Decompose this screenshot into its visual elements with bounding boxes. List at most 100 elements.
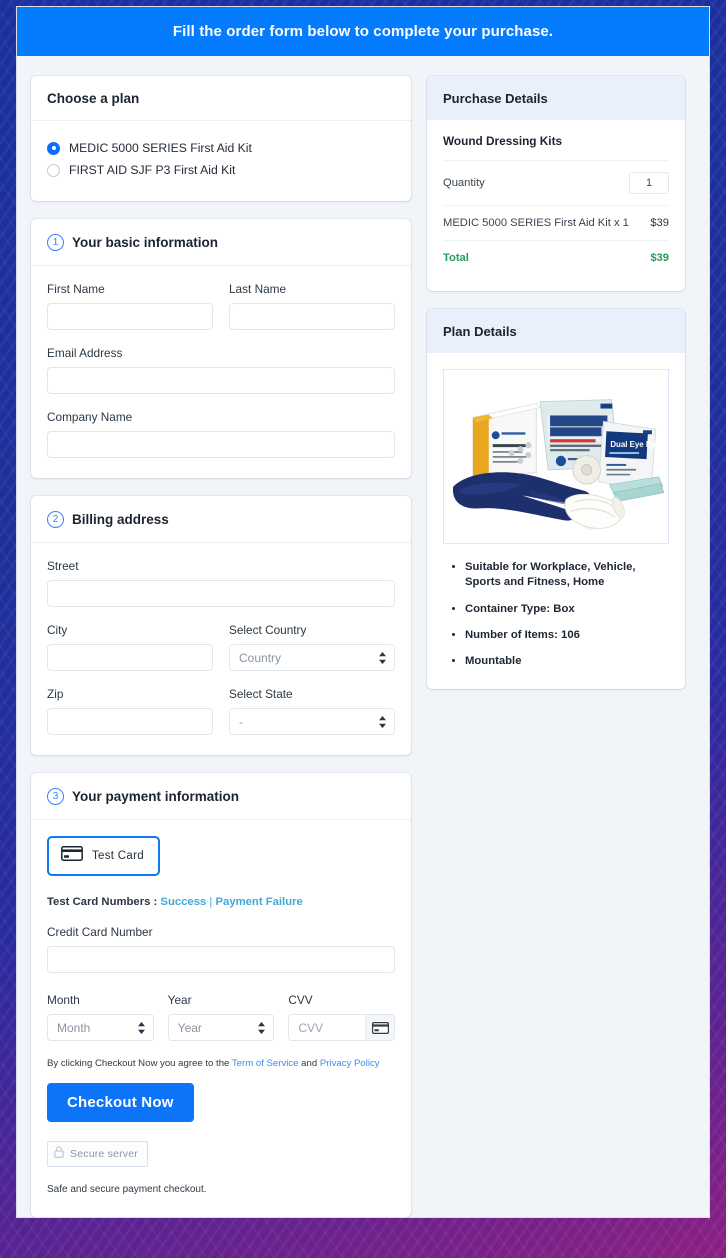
country-select[interactable]: Country <box>229 644 395 671</box>
state-group: Select State - <box>229 687 395 735</box>
choose-plan-card: Choose a plan MEDIC 5000 SERIES First Ai… <box>31 76 411 201</box>
zip-input[interactable] <box>47 708 213 735</box>
city-label: City <box>47 623 68 637</box>
credit-card-icon <box>61 846 83 866</box>
choose-plan-header: Choose a plan <box>31 76 411 121</box>
quantity-label: Quantity <box>443 177 485 189</box>
plan-option-medic-5000[interactable]: MEDIC 5000 SERIES First Aid Kit <box>47 139 395 157</box>
basic-information-body: First Name Last Name Email Address Compa… <box>31 266 411 478</box>
city-country-row: City Select Country Country <box>47 623 395 671</box>
country-group: Select Country Country <box>229 623 395 671</box>
year-select[interactable]: Year <box>167 1014 275 1041</box>
cvv-input[interactable] <box>288 1014 366 1041</box>
success-link[interactable]: Success <box>160 896 206 908</box>
state-label: Select State <box>229 687 293 701</box>
page-title: Fill the order form below to complete yo… <box>172 23 554 40</box>
step-number-icon-1: 1 <box>47 234 64 251</box>
first-name-input[interactable] <box>47 303 213 330</box>
country-label: Select Country <box>229 623 307 637</box>
credit-card-number-label: Credit Card Number <box>47 925 153 939</box>
payment-information-header: 3 Your payment information <box>31 773 411 820</box>
email-group: Email Address <box>47 346 395 394</box>
purchase-product-title: Wound Dressing Kits <box>443 134 563 148</box>
step-number-icon-3: 3 <box>47 788 64 805</box>
month-label: Month <box>47 993 80 1007</box>
link-separator: | <box>206 896 216 908</box>
radio-icon-unselected[interactable] <box>47 163 60 177</box>
email-input[interactable] <box>47 367 395 394</box>
cvv-card-icon <box>365 1014 396 1041</box>
email-label: Email Address <box>47 346 123 360</box>
agree-join: and <box>298 1058 320 1069</box>
payment-information-body: Test Card Test Card Numbers : Success | … <box>31 820 411 1217</box>
zip-label: Zip <box>47 687 64 701</box>
last-name-input[interactable] <box>229 303 395 330</box>
basic-information-card: 1 Your basic information First Name Last… <box>31 219 411 478</box>
payment-failure-link[interactable]: Payment Failure <box>216 896 303 908</box>
list-item: Mountable <box>465 654 669 669</box>
first-name-label: First Name <box>47 282 105 296</box>
total-row: Total $39 <box>443 240 669 275</box>
quantity-input[interactable] <box>629 172 669 194</box>
radio-icon-selected[interactable] <box>47 141 60 155</box>
privacy-policy-link[interactable]: Privacy Policy <box>320 1058 380 1069</box>
zip-group: Zip <box>47 687 213 735</box>
last-name-group: Last Name <box>229 282 395 330</box>
zip-state-row: Zip Select State - <box>47 687 395 735</box>
country-select-wrap: Country <box>229 644 395 671</box>
last-name-label: Last Name <box>229 282 287 296</box>
purchase-details-title: Purchase Details <box>427 76 685 120</box>
step-number-icon-2: 2 <box>47 511 64 528</box>
company-group: Company Name <box>47 410 395 458</box>
cvv-label: CVV <box>288 993 313 1007</box>
street-input[interactable] <box>47 580 395 607</box>
lock-icon <box>54 1145 64 1163</box>
plan-details-title: Plan Details <box>427 309 685 353</box>
company-name-input[interactable] <box>47 431 395 458</box>
list-item: Suitable for Workplace, Vehicle, Sports … <box>465 560 669 591</box>
secure-server-label: Secure server <box>70 1148 138 1160</box>
state-select[interactable]: - <box>229 708 395 735</box>
basic-information-header: 1 Your basic information <box>31 219 411 266</box>
basic-information-title: Your basic information <box>72 235 219 250</box>
choose-plan-body: MEDIC 5000 SERIES First Aid Kit FIRST AI… <box>31 121 411 201</box>
month-select-wrap: Month <box>47 1014 154 1041</box>
checkout-now-button[interactable]: Checkout Now <box>47 1083 194 1122</box>
test-card-label: Test Card <box>92 850 144 862</box>
test-card-numbers-label: Test Card Numbers : <box>47 896 161 908</box>
street-label: Street <box>47 559 79 573</box>
billing-address-title: Billing address <box>72 512 169 527</box>
year-group: Year Year <box>167 993 275 1041</box>
plan-option-sjf-p3[interactable]: FIRST AID SJF P3 First Aid Kit <box>47 161 395 179</box>
year-label: Year <box>167 993 192 1007</box>
street-group: Street <box>47 559 395 607</box>
list-item: Container Type: Box <box>465 602 669 617</box>
choose-plan-title: Choose a plan <box>47 91 140 106</box>
order-page: Fill the order form below to complete yo… <box>16 6 710 1218</box>
month-group: Month Month <box>47 993 154 1041</box>
agree-prefix: By clicking Checkout Now you agree to th… <box>47 1058 232 1069</box>
billing-address-header: 2 Billing address <box>31 496 411 543</box>
cvv-input-wrap <box>288 1014 396 1041</box>
payment-information-card: 3 Your payment information Test Card Tes… <box>31 773 411 1217</box>
plan-option-label: FIRST AID SJF P3 First Aid Kit <box>69 163 236 177</box>
line-item-label: MEDIC 5000 SERIES First Aid Kit x 1 <box>443 217 629 229</box>
test-card-method-tab[interactable]: Test Card <box>47 836 160 876</box>
list-item: Number of Items: 106 <box>465 628 669 643</box>
page-body: Choose a plan MEDIC 5000 SERIES First Ai… <box>17 56 709 1217</box>
first-aid-kit-product-image: Dual Eye Pad <box>445 370 667 543</box>
state-select-wrap: - <box>229 708 395 735</box>
payment-information-title: Your payment information <box>72 789 240 804</box>
city-group: City <box>47 623 213 671</box>
quantity-row: Quantity <box>443 160 669 205</box>
line-item-amount: $39 <box>650 217 669 229</box>
credit-card-number-group: Credit Card Number <box>47 925 395 973</box>
secure-server-badge: Secure server <box>47 1141 148 1167</box>
svg-text:Dual Eye Pad: Dual Eye Pad <box>610 440 660 449</box>
plan-details-body: Dual Eye Pad • Suitable for Workplace, V… <box>427 353 685 690</box>
month-select[interactable]: Month <box>47 1014 154 1041</box>
city-input[interactable] <box>47 644 213 671</box>
terms-of-service-link[interactable]: Term of Service <box>232 1058 299 1069</box>
credit-card-number-input[interactable] <box>47 946 395 973</box>
product-image-frame: Dual Eye Pad <box>443 369 669 544</box>
